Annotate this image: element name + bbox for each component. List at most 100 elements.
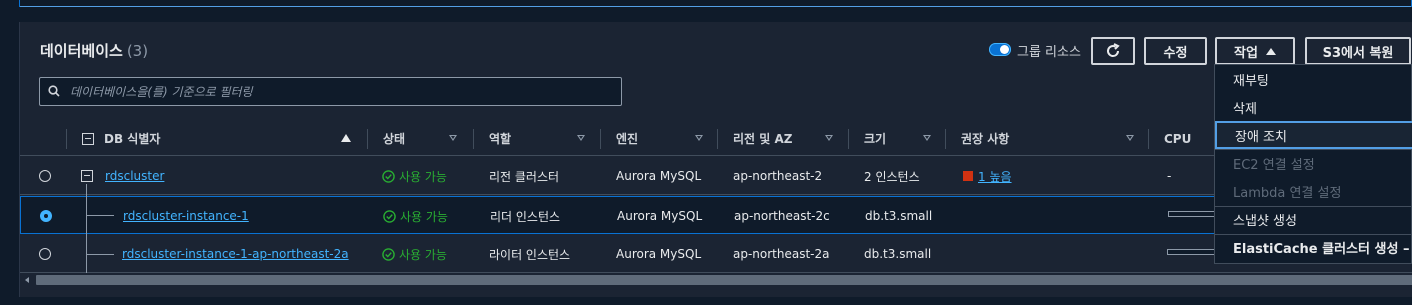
column-separator (367, 129, 368, 149)
actions-menu: 재부팅 삭제 장애 조치 EC2 연결 설정 Lambda 연결 설정 스냅샷 … (1214, 64, 1412, 264)
caret-up-icon (1265, 47, 1276, 55)
column-cpu-label: CPU (1164, 131, 1192, 146)
column-size[interactable]: 크기 (848, 121, 944, 156)
collapse-all-icon[interactable] (82, 133, 94, 145)
sort-icon (825, 135, 833, 141)
title-count: (3) (126, 42, 149, 60)
tree-connector (86, 215, 114, 216)
column-role-label: 역할 (489, 132, 512, 146)
top-banner (0, 0, 1412, 10)
column-status-label: 상태 (383, 132, 406, 146)
tree-connector (86, 184, 87, 277)
column-separator (473, 129, 474, 149)
db-id-link[interactable]: rdscluster-instance-1-ap-northeast-2a (122, 247, 349, 261)
status-cell: 사용 가능 (382, 235, 447, 273)
menu-item-ec2-connection: EC2 연결 설정 (1233, 157, 1315, 173)
region-cell: ap-northeast-2a (733, 247, 830, 261)
column-separator (717, 129, 718, 149)
menu-item-reboot[interactable]: 재부팅 (1215, 65, 1412, 93)
refresh-icon (1107, 43, 1120, 57)
column-status[interactable]: 상태 (367, 121, 471, 156)
menu-item-lambda-connection: Lambda 연결 설정 (1233, 185, 1342, 201)
severity-high-icon (963, 171, 973, 181)
db-id-link[interactable]: rdscluster-instance-1 (123, 209, 249, 223)
row-radio-selected[interactable] (40, 210, 52, 222)
column-separator (600, 129, 601, 149)
engine-cell: Aurora MySQL (616, 247, 702, 261)
column-db-id-label: DB 식별자 (104, 132, 161, 146)
tree-connector (86, 254, 114, 255)
menu-item-create-elasticache[interactable]: ElastiCache 클러스터 생성 – 신규 (1215, 233, 1412, 261)
role-cell: 리더 인스턴스 (490, 209, 561, 224)
column-region-label: 리전 및 AZ (733, 132, 793, 146)
region-cell: ap-northeast-2c (734, 209, 830, 223)
restore-from-s3-button[interactable]: S3에서 복원 (1305, 37, 1411, 65)
column-role[interactable]: 역할 (473, 121, 598, 156)
group-resources-label: 그룹 리소스 (1017, 45, 1081, 60)
filter-input[interactable] (70, 81, 610, 102)
menu-item-failover[interactable]: 장애 조치 (1215, 121, 1412, 149)
edit-button-label: 수정 (1163, 45, 1188, 61)
status-available-icon (382, 247, 395, 261)
menu-item-create-snapshot[interactable]: 스냅샷 생성 (1215, 205, 1412, 233)
sort-ascending-icon (341, 134, 351, 142)
size-cell: db.t3.small (864, 247, 932, 261)
db-id-cell: rdscluster-instance-1-ap-northeast-2a (122, 235, 349, 273)
cpu-cell: - (1167, 169, 1172, 183)
title-text: 데이터베이스 (40, 42, 123, 60)
table-header: DB 식별자 상태 역할 엔진 리전 및 AZ 크기 권장 사항 CPU (20, 121, 1412, 156)
column-db-id[interactable]: DB 식별자 (66, 121, 379, 156)
recommendation-cell: 1 높음 (963, 157, 1012, 195)
actions-button[interactable]: 작업 (1215, 37, 1295, 65)
edit-button[interactable]: 수정 (1144, 37, 1207, 65)
status-text: 사용 가능 (399, 247, 447, 262)
column-size-label: 크기 (864, 132, 887, 146)
status-cell: 사용 가능 (383, 197, 448, 235)
horizontal-scrollbar[interactable] (20, 273, 1412, 287)
column-separator (1148, 129, 1149, 149)
sort-icon (1126, 135, 1134, 141)
sort-icon (923, 135, 931, 141)
size-cell: 2 인스턴스 (864, 169, 920, 184)
group-resources-toggle[interactable] (989, 43, 1011, 56)
sort-icon (577, 135, 585, 141)
status-text: 사용 가능 (399, 169, 447, 184)
actions-button-label: 작업 (1234, 45, 1258, 61)
column-recommendations[interactable]: 권장 사항 (945, 121, 1147, 156)
region-cell: ap-northeast-2 (733, 169, 823, 183)
menu-item-delete[interactable]: 삭제 (1215, 93, 1412, 121)
row-radio[interactable] (39, 248, 51, 260)
cpu-usage-bar (1167, 249, 1217, 255)
column-engine[interactable]: 엔진 (600, 121, 716, 156)
status-available-icon (383, 209, 396, 223)
db-id-cell: rdscluster (105, 157, 164, 195)
collapse-icon[interactable] (81, 170, 93, 182)
role-cell: 라이터 인스턴스 (489, 247, 571, 262)
role-cell: 리전 클러스터 (489, 169, 560, 184)
scroll-left-arrow-icon[interactable] (25, 277, 29, 283)
table-row[interactable]: rdscluster-instance-1 사용 가능 리더 인스턴스 Auro… (20, 196, 1412, 234)
recommendation-link[interactable]: 1 높음 (978, 168, 1012, 185)
banner-frame (19, 0, 1412, 7)
column-engine-label: 엔진 (616, 132, 639, 146)
table-row[interactable]: rdscluster-instance-1-ap-northeast-2a 사용… (20, 235, 1412, 273)
restore-button-label: S3에서 복원 (1322, 45, 1394, 61)
engine-cell: Aurora MySQL (617, 209, 703, 223)
status-cell: 사용 가능 (382, 157, 447, 195)
refresh-button[interactable] (1091, 37, 1135, 65)
table-row[interactable]: rdscluster 사용 가능 리전 클러스터 Aurora MySQL ap… (20, 157, 1412, 195)
size-cell: db.t3.small (865, 209, 933, 223)
column-recommendations-label: 권장 사항 (961, 132, 1010, 146)
column-separator (848, 129, 849, 149)
page-title: 데이터베이스 (3) (40, 40, 148, 61)
filter-box (39, 77, 622, 106)
databases-panel: 데이터베이스(3) 그룹 리소스 수정 작업 S3에서 복원 DB 식별자 (19, 22, 1412, 297)
status-text: 사용 가능 (400, 209, 448, 224)
sort-icon (449, 135, 457, 141)
db-id-link[interactable]: rdscluster (105, 169, 164, 183)
column-separator (66, 129, 67, 149)
column-region[interactable]: 리전 및 AZ (717, 121, 846, 156)
column-separator (945, 129, 946, 149)
row-radio[interactable] (39, 170, 51, 182)
scroll-thumb[interactable] (36, 275, 1412, 285)
